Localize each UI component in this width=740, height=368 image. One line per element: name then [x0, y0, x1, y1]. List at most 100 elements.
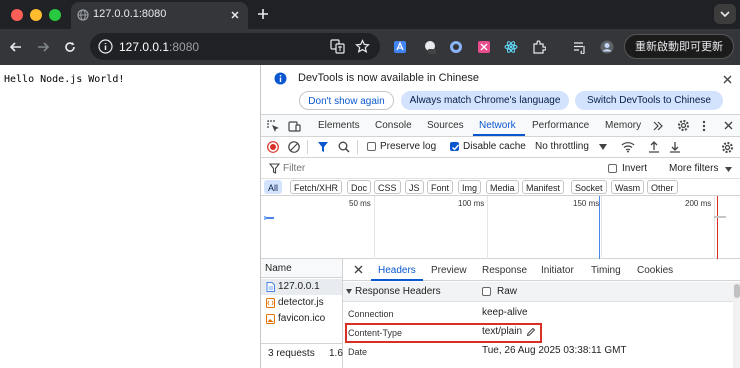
browser-toolbar: 127.0.0.1:8080 重新啟動即可更新 [0, 29, 740, 65]
scrollbar-thumb[interactable] [734, 284, 740, 298]
window-maximize-button[interactable] [49, 9, 61, 21]
relaunch-to-update-button[interactable]: 重新啟動即可更新 [624, 34, 734, 59]
raw-checkbox[interactable] [482, 287, 491, 296]
timeline-gridline [487, 196, 488, 259]
type-filter-css[interactable]: CSS [374, 180, 401, 194]
vpn-extension-icon[interactable] [449, 40, 463, 54]
search-icon[interactable] [338, 141, 350, 153]
type-filter-fetch-xhr[interactable]: Fetch/XHR [290, 180, 343, 194]
more-filters-button[interactable]: More filters [669, 163, 718, 174]
request-row[interactable]: detector.js [261, 295, 342, 311]
export-har-icon[interactable] [669, 141, 681, 153]
detail-scrollbar[interactable] [733, 282, 740, 368]
network-overview-timeline[interactable]: 50 ms 100 ms 150 ms 200 ms [261, 196, 740, 259]
media-playlist-icon[interactable] [573, 40, 587, 54]
detail-tab-preview[interactable]: Preview [431, 265, 467, 276]
active-tab-indicator [473, 134, 525, 136]
reload-icon[interactable] [63, 40, 77, 54]
translate-extension-icon[interactable] [393, 40, 407, 54]
window-close-button[interactable] [11, 9, 23, 21]
timeline-gridline [714, 196, 715, 259]
type-filter-socket[interactable]: Socket [571, 180, 607, 194]
record-stop-icon[interactable] [267, 141, 279, 153]
more-tabs-chevron-icon[interactable] [652, 121, 664, 131]
image-icon [266, 314, 275, 324]
type-filter-img[interactable]: Img [458, 180, 482, 194]
extensions-puzzle-icon[interactable] [532, 40, 546, 54]
type-filter-manifest[interactable]: Manifest [522, 180, 565, 194]
detail-tab-headers[interactable]: Headers [378, 265, 416, 276]
match-chrome-language-button[interactable]: Always match Chrome's language [401, 91, 569, 110]
document-icon [266, 282, 275, 292]
site-info-icon[interactable] [98, 39, 113, 54]
dom-content-loaded-marker [599, 196, 600, 259]
translate-icon[interactable] [330, 39, 345, 54]
detail-tab-response[interactable]: Response [482, 265, 527, 276]
network-settings-gear-icon[interactable] [721, 141, 734, 154]
more-filters-arrow-icon[interactable] [725, 167, 732, 172]
pink-extension-icon[interactable] [477, 40, 491, 54]
forward-arrow-icon[interactable] [36, 40, 50, 54]
detail-tab-timing[interactable]: Timing [591, 265, 621, 276]
inspect-element-icon[interactable] [267, 120, 280, 133]
close-devtools-icon[interactable] [724, 121, 733, 130]
device-toolbar-icon[interactable] [288, 120, 301, 133]
request-name: detector.js [278, 297, 324, 308]
filter-funnel-icon[interactable] [317, 141, 329, 153]
tab-search-button[interactable] [714, 4, 736, 24]
tab-network[interactable]: Network [479, 120, 516, 131]
tab-sources[interactable]: Sources [427, 120, 464, 131]
disable-cache-checkbox[interactable] [450, 142, 460, 151]
browser-tab[interactable]: 127.0.0.1:8080 [71, 2, 248, 29]
dropdown-arrow-icon[interactable] [599, 144, 607, 150]
clear-icon[interactable] [288, 141, 300, 153]
network-conditions-icon[interactable] [621, 141, 635, 153]
detail-tab-cookies[interactable]: Cookies [637, 265, 673, 276]
response-headers-section[interactable]: Response Headers Raw [343, 282, 733, 302]
name-column-header[interactable]: Name [265, 263, 292, 274]
preserve-log-checkbox[interactable] [367, 142, 376, 151]
extension-badge-icon[interactable] [423, 40, 437, 54]
url-port: :8080 [169, 40, 200, 54]
infobar-close-icon[interactable] [723, 75, 732, 84]
tab-memory[interactable]: Memory [605, 120, 641, 131]
type-filter-doc[interactable]: Doc [347, 180, 372, 194]
type-filter-other[interactable]: Other [647, 180, 678, 194]
requests-summary: 3 requests [268, 348, 315, 359]
summary-divider [261, 343, 342, 344]
filter-input[interactable] [283, 161, 583, 176]
type-filter-media[interactable]: Media [486, 180, 519, 194]
type-filter-all[interactable]: All [264, 180, 283, 194]
import-har-icon[interactable] [648, 141, 660, 153]
type-filter-font[interactable]: Font [427, 180, 454, 194]
profile-avatar-icon[interactable] [600, 40, 614, 54]
tab-close-icon[interactable] [230, 10, 240, 20]
react-devtools-icon[interactable] [504, 40, 518, 54]
dont-show-again-button[interactable]: Don't show again [299, 91, 394, 110]
timeline-gridline [374, 196, 375, 259]
settings-gear-icon[interactable] [677, 119, 690, 132]
detail-tab-initiator[interactable]: Initiator [541, 265, 574, 276]
filter-bar: Invert More filters [261, 158, 740, 179]
window-minimize-button[interactable] [30, 9, 42, 21]
url-text[interactable]: 127.0.0.1:8080 [119, 40, 199, 54]
close-detail-icon[interactable] [354, 265, 363, 274]
switch-to-chinese-button[interactable]: Switch DevTools to Chinese [575, 91, 723, 110]
tab-performance[interactable]: Performance [532, 120, 589, 131]
more-options-kebab-icon[interactable] [702, 120, 706, 132]
request-row[interactable]: favicon.ico [261, 311, 342, 327]
address-bar[interactable]: 127.0.0.1:8080 [90, 33, 380, 60]
invert-checkbox[interactable] [608, 164, 617, 173]
throttling-select[interactable]: No throttling [535, 141, 589, 152]
new-tab-icon[interactable] [257, 8, 269, 20]
tab-elements[interactable]: Elements [318, 120, 360, 131]
timeline-label: 100 ms [458, 199, 485, 208]
type-filter-wasm[interactable]: Wasm [611, 180, 645, 194]
edit-pencil-icon[interactable] [526, 327, 536, 337]
back-arrow-icon[interactable] [9, 40, 23, 54]
tab-console[interactable]: Console [375, 120, 412, 131]
request-row[interactable]: 127.0.0.1 [261, 279, 342, 295]
type-filter-js[interactable]: JS [405, 180, 424, 194]
detail-tabs: Headers Preview Response Initiator Timin… [343, 259, 740, 281]
bookmark-star-icon[interactable] [355, 39, 370, 54]
